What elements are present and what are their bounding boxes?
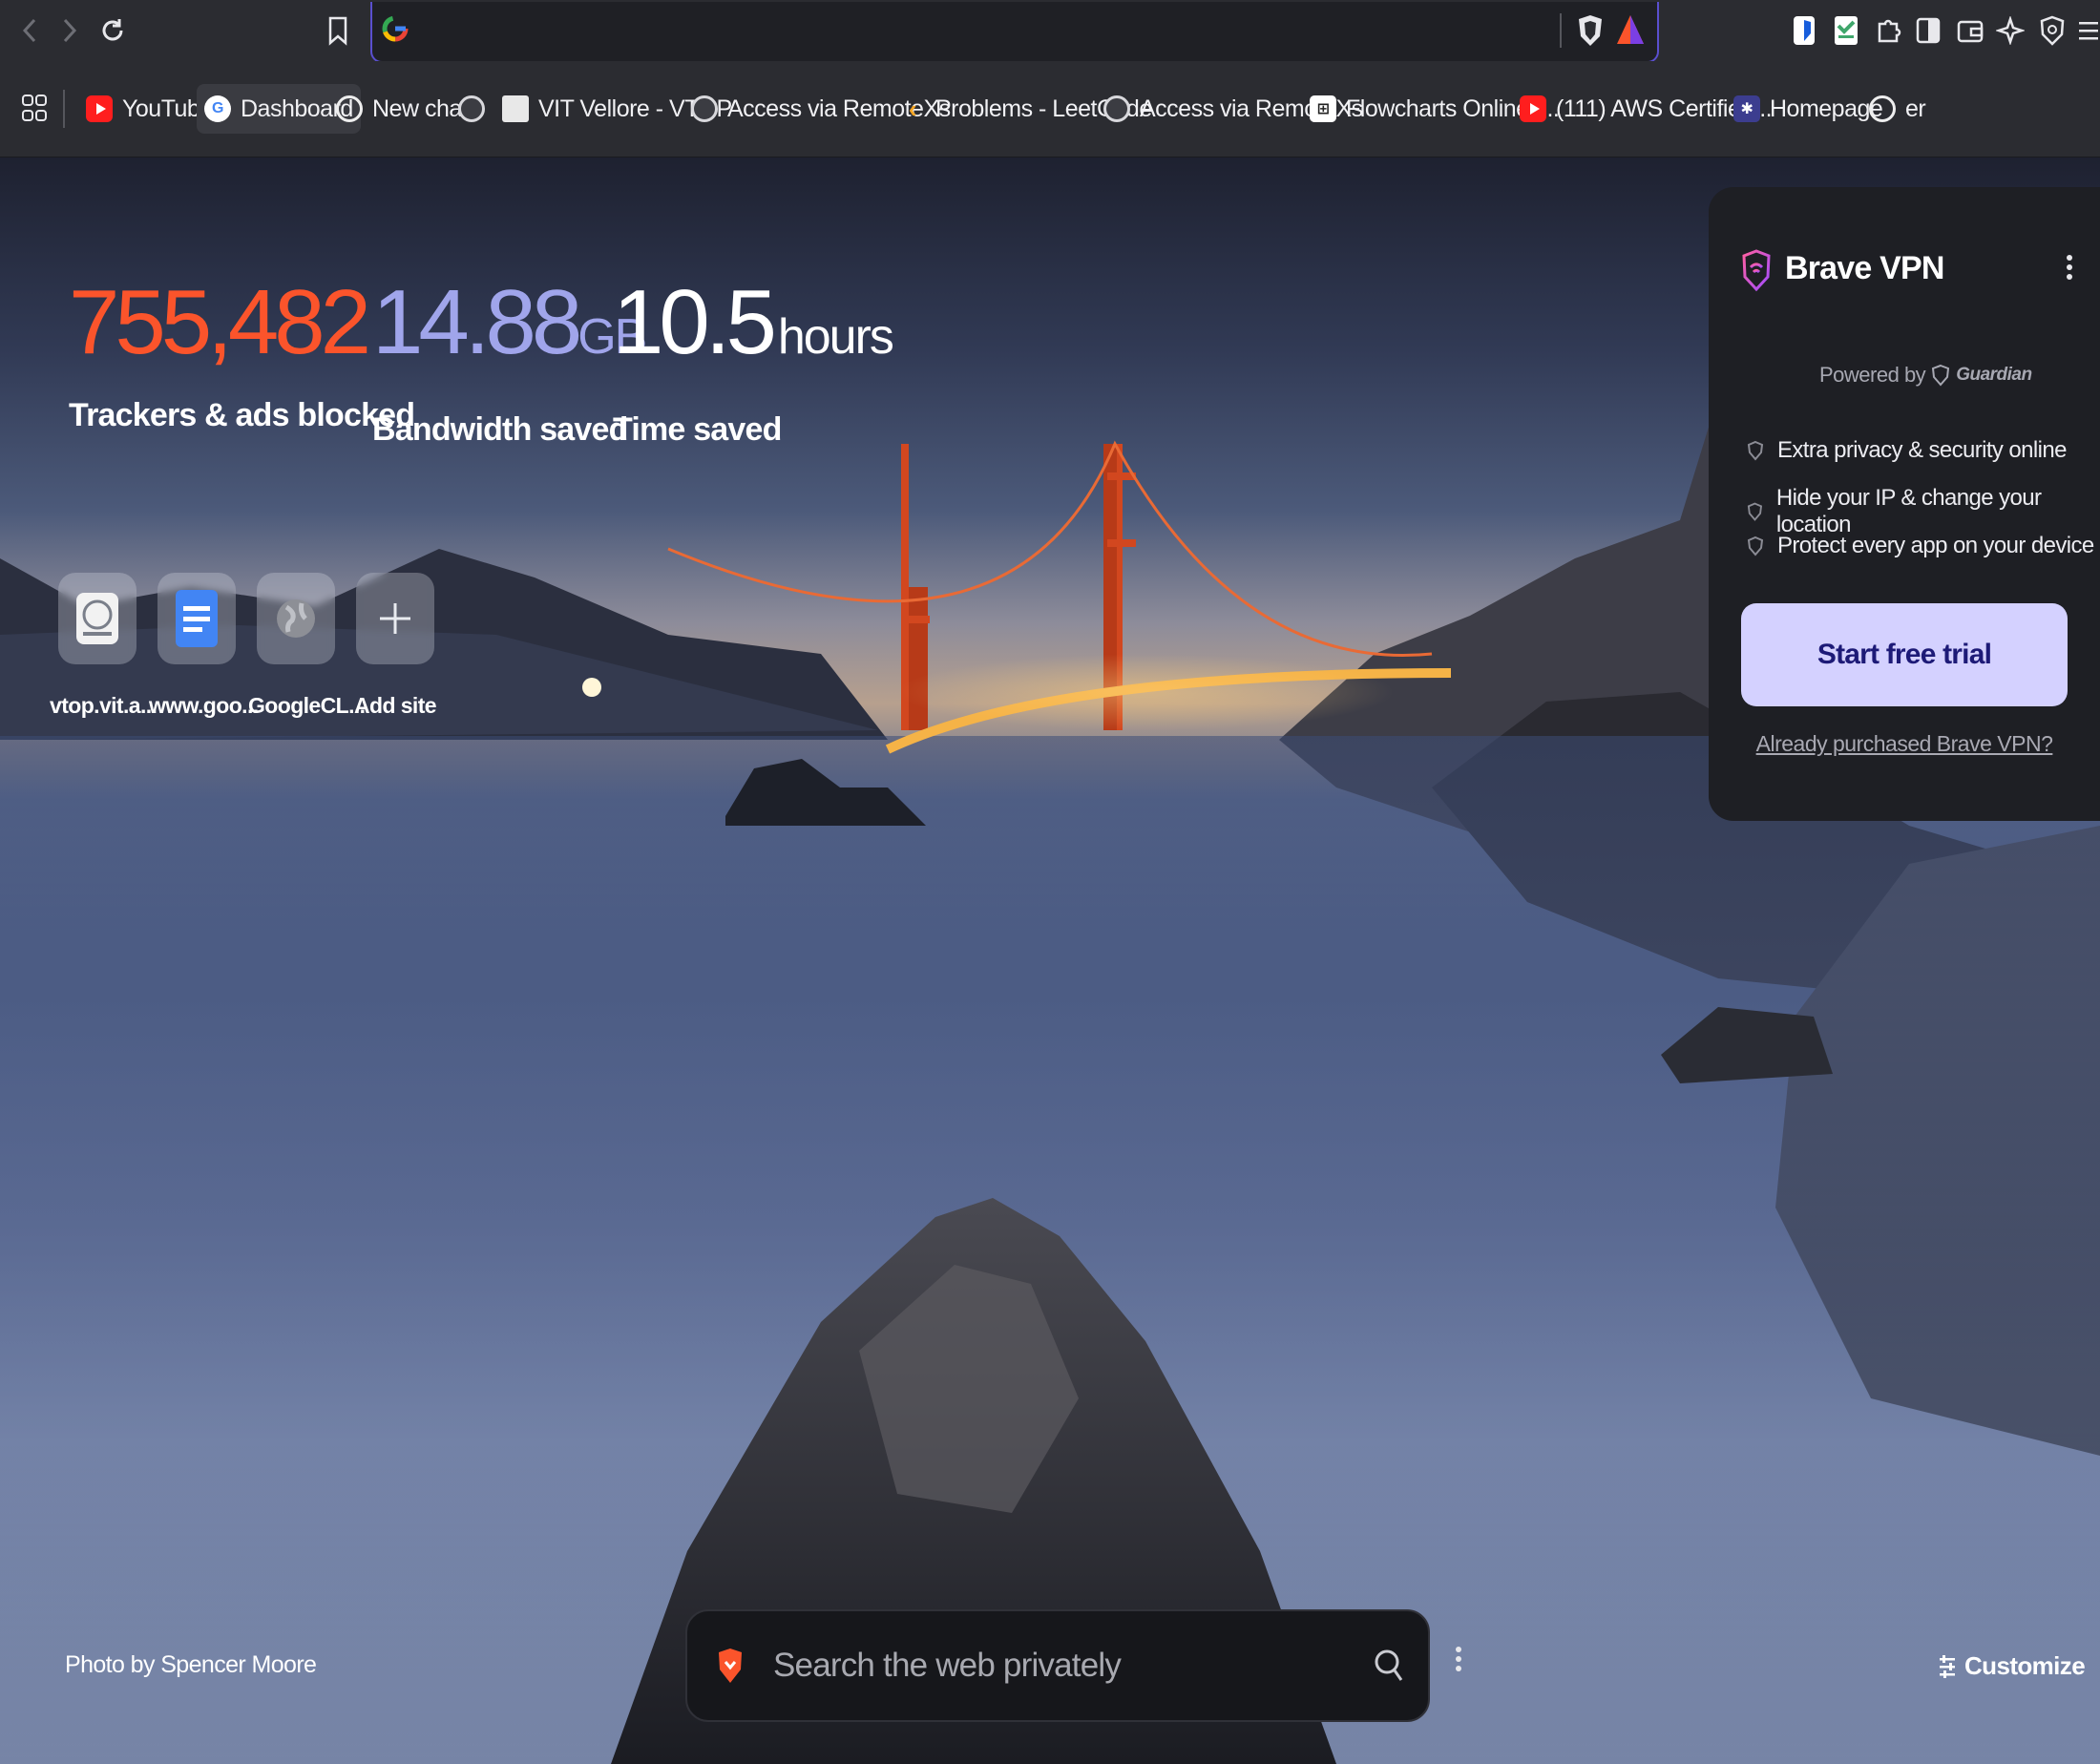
bandwidth-label: Bandwidth saved xyxy=(372,411,628,448)
top-site-label: GoogleCL... xyxy=(248,693,366,718)
bitwarden-icon[interactable] xyxy=(1783,10,1825,52)
time-value: 10.5 xyxy=(613,271,777,373)
add-site-button[interactable] xyxy=(356,573,434,664)
globe-icon xyxy=(277,599,315,638)
flowchart-icon: ⊞ xyxy=(1310,95,1336,122)
leo-icon[interactable] xyxy=(1989,10,2031,52)
bandwidth-value: 14.88 xyxy=(372,271,582,373)
vit-logo-icon xyxy=(76,593,118,644)
trackers-label: Trackers & ads blocked xyxy=(69,397,415,433)
globe-icon xyxy=(458,95,485,122)
vpn-feature-text: Extra privacy & security online xyxy=(1777,437,2067,463)
address-bar[interactable] xyxy=(370,2,1659,63)
top-site-tile[interactable] xyxy=(158,573,236,664)
bookmark-er[interactable]: er xyxy=(1861,84,1933,134)
search-options-icon[interactable] xyxy=(1449,1642,1468,1680)
globe-icon xyxy=(691,95,718,122)
vpn-powered-by: Powered by Guardian xyxy=(1819,363,2032,388)
extension-green-icon[interactable] xyxy=(1825,10,1867,52)
vpn-more-icon[interactable] xyxy=(2060,250,2079,288)
top-site-googlecl[interactable]: GoogleCL... xyxy=(248,573,366,719)
vpn-feature: Hide your IP & change your location xyxy=(1747,485,2100,538)
brave-rewards-icon[interactable] xyxy=(1615,13,1646,51)
guardian-shield-icon xyxy=(1932,364,1950,387)
guardian-logo: Guardian xyxy=(1956,365,2032,385)
back-icon[interactable] xyxy=(10,10,52,52)
powered-by-text: Powered by xyxy=(1819,363,1926,387)
stat-trackers: 755,482 Trackers & ads blocked xyxy=(69,271,415,434)
time-label: Time saved xyxy=(613,411,782,448)
trackers-count: 755,482 xyxy=(69,271,371,373)
brave-vpn-card: Brave VPN Powered by Guardian Extra priv… xyxy=(1709,187,2100,821)
sliders-icon xyxy=(1940,1654,1955,1678)
homepage-icon: ✱ xyxy=(1733,95,1760,122)
check-shield-icon xyxy=(1747,440,1764,461)
reload-icon[interactable] xyxy=(92,10,134,52)
openai-icon xyxy=(1869,95,1896,122)
browser-toolbar xyxy=(0,0,2100,63)
stat-time: 10.5 hours Time saved xyxy=(613,277,894,449)
bookmark-icon[interactable] xyxy=(317,10,359,52)
top-site-add[interactable]: Add site xyxy=(347,573,443,719)
vpn-feature: Extra privacy & security online xyxy=(1747,437,2067,464)
vpn-title: Brave VPN xyxy=(1785,250,1944,286)
top-site-label: vtop.vit.a... xyxy=(50,693,158,718)
youtube-icon xyxy=(86,95,113,122)
top-site-google-docs[interactable]: www.goo... xyxy=(149,573,259,719)
bookmarks-bar: YouTube G Dashboard New chat VIT Vellore … xyxy=(0,61,2100,158)
menu-icon[interactable] xyxy=(2068,10,2100,52)
brave-lion-icon xyxy=(716,1647,745,1685)
top-site-tile[interactable] xyxy=(257,573,335,664)
puzzle-icon[interactable] xyxy=(1867,10,1909,52)
vpn-feature-text: Hide your IP & change your location xyxy=(1775,485,2042,537)
customize-label: Customize xyxy=(1964,1651,2086,1680)
top-site-vtop[interactable]: vtop.vit.a... xyxy=(50,573,158,719)
vpn-feature-text: Protect every app on your device xyxy=(1777,533,2094,558)
google-icon xyxy=(382,15,409,47)
top-site-label: www.goo... xyxy=(149,693,259,718)
apps-grid-icon[interactable] xyxy=(13,84,55,134)
google-docs-icon xyxy=(176,590,218,647)
start-free-trial-button[interactable]: Start free trial xyxy=(1741,603,2068,706)
globe-icon xyxy=(1103,95,1130,122)
check-shield-icon xyxy=(1747,502,1763,521)
leetcode-icon: ‹ xyxy=(908,94,917,123)
google-icon: G xyxy=(204,95,231,122)
already-purchased-link[interactable]: Already purchased Brave VPN? xyxy=(1709,731,2100,757)
brave-shields-icon[interactable] xyxy=(1575,13,1606,52)
bookmark-label: er xyxy=(1905,94,1926,122)
search-icon[interactable] xyxy=(1373,1648,1405,1684)
youtube-icon xyxy=(1520,95,1546,122)
top-site-tile[interactable] xyxy=(58,573,136,664)
openai-icon xyxy=(336,95,363,122)
wallet-icon[interactable] xyxy=(1949,10,1991,52)
plus-icon xyxy=(380,603,410,634)
stat-bandwidth: 14.88GB Bandwidth saved xyxy=(372,277,647,449)
bookmark-globe[interactable] xyxy=(451,84,493,134)
vit-icon xyxy=(502,95,529,122)
vpn-logo-icon xyxy=(1741,248,1772,297)
sidebar-icon[interactable] xyxy=(1907,10,1949,52)
photo-credit[interactable]: Photo by Spencer Moore xyxy=(65,1651,317,1679)
search-box[interactable]: Search the web privately xyxy=(685,1609,1430,1722)
search-input[interactable]: Search the web privately xyxy=(773,1647,1122,1685)
time-unit: hours xyxy=(777,309,894,365)
forward-icon[interactable] xyxy=(48,10,90,52)
top-site-label: Add site xyxy=(354,693,437,718)
check-shield-icon xyxy=(1747,536,1764,556)
vpn-feature: Protect every app on your device xyxy=(1747,533,2094,559)
customize-button[interactable]: Customize xyxy=(1938,1651,2086,1681)
